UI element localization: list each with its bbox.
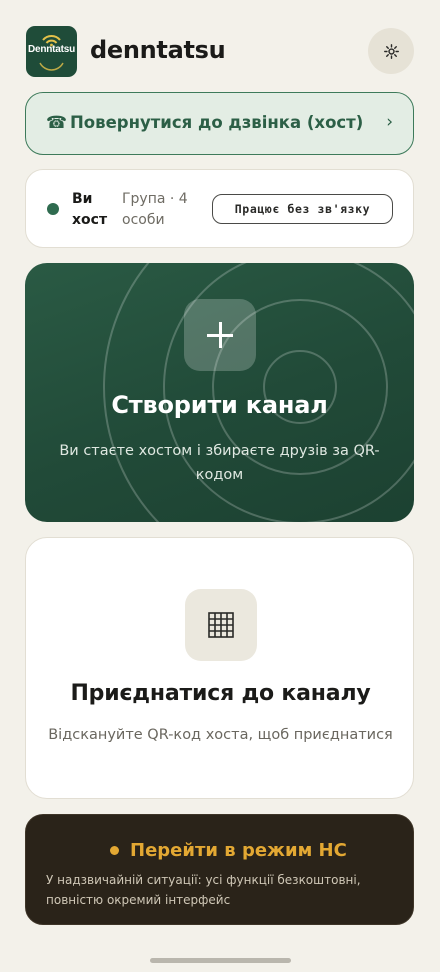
- role-label: Ви хост: [72, 191, 108, 228]
- join-channel-subtitle: Відскануйте QR-код хоста, щоб приєднатис…: [48, 727, 393, 743]
- emergency-mode-title: Перейти в режим НС: [130, 840, 347, 861]
- app-logo: Denntatsu: [26, 26, 77, 77]
- emergency-dot-icon: [110, 846, 119, 855]
- status-dot: [47, 203, 59, 215]
- home-screen: Denntatsu denntatsu ☎ Повернутися до дзв…: [0, 0, 440, 972]
- join-channel-title: Приєднатися до каналу: [70, 681, 371, 706]
- status-card: Ви хост Група · 4 особи Працює без зв'яз…: [25, 169, 414, 248]
- plus-icon: [184, 299, 256, 371]
- chevron-right-icon: ›: [386, 112, 393, 132]
- return-to-call-label: Повернутися до дзвінка (хост): [70, 113, 364, 132]
- create-channel-subtitle: Ви стаєте хостом і збираєте друзів за QR…: [59, 443, 380, 483]
- return-to-call-button[interactable]: ☎ Повернутися до дзвінка (хост) ›: [25, 92, 414, 155]
- phone-icon: ☎: [46, 113, 68, 133]
- join-channel-card[interactable]: Приєднатися до каналу Відскануйте QR-код…: [25, 537, 414, 799]
- home-indicator[interactable]: [150, 958, 291, 963]
- group-size-label: Група · 4 особи: [122, 191, 188, 228]
- settings-button[interactable]: [368, 28, 414, 74]
- logo-wordmark: Denntatsu: [27, 44, 76, 55]
- create-channel-title: Створити канал: [111, 391, 328, 419]
- gear-icon: [383, 43, 399, 59]
- qr-grid-icon: [185, 589, 257, 661]
- app-title: denntatsu: [90, 36, 226, 64]
- emergency-mode-subtitle: У надзвичайній ситуації: усі функції без…: [46, 873, 361, 907]
- emergency-mode-button[interactable]: Перейти в режим НС У надзвичайній ситуац…: [25, 814, 414, 925]
- create-channel-card[interactable]: Створити канал Ви стаєте хостом і збирає…: [25, 263, 414, 522]
- offline-status-badge: Працює без зв'язку: [212, 194, 393, 224]
- app-header: Denntatsu denntatsu: [26, 26, 414, 78]
